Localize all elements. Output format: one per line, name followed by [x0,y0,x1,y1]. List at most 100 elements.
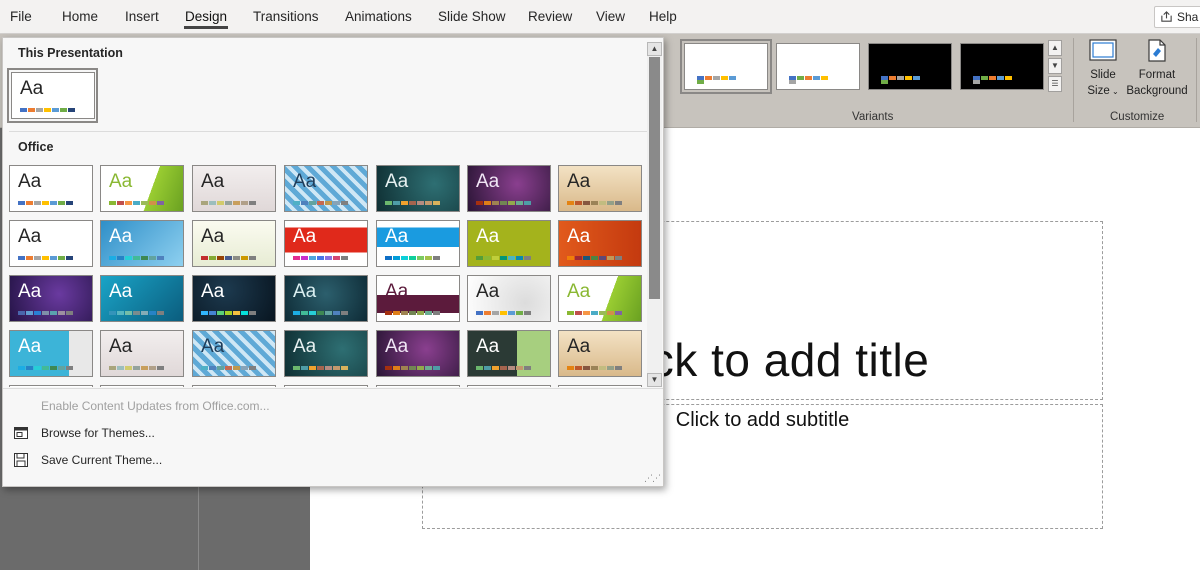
share-icon [1161,11,1172,22]
tab-animations[interactable]: Animations [345,0,412,34]
tab-help[interactable]: Help [649,0,677,34]
theme-thumbnail[interactable]: Aa [376,330,460,377]
theme-thumbnail[interactable]: Aa [467,220,551,267]
theme-thumbnail[interactable]: Aa [558,220,642,267]
theme-thumbnail[interactable]: Aa [467,275,551,322]
scroll-up-button[interactable]: ▲ [647,42,662,56]
theme-sample-text: Aa [567,171,591,192]
theme-color-swatches [567,311,623,315]
theme-sample-text: Aa [18,171,42,192]
theme-sample-text: Aa [476,336,500,357]
theme-thumbnail[interactable]: Aa [100,275,184,322]
theme-thumbnail[interactable]: Aa [9,330,93,377]
theme-thumbnail[interactable]: Aa [9,275,93,322]
theme-thumbnail[interactable]: Aa [467,385,551,387]
theme-thumbnail[interactable]: Aa [376,165,460,212]
theme-thumbnail[interactable]: Aa [9,220,93,267]
theme-color-swatches [567,366,623,370]
theme-thumbnail[interactable]: Aa [192,330,276,377]
theme-thumbnail[interactable]: Aa [376,385,460,387]
theme-thumbnail[interactable]: Aa [192,385,276,387]
tab-insert[interactable]: Insert [125,0,159,34]
theme-thumbnail[interactable]: Aa [100,385,184,387]
theme-thumbnail[interactable]: Aa [376,275,460,322]
theme-thumbnail[interactable]: Aa [284,385,368,387]
variant-thumbnail[interactable] [680,39,772,94]
tab-file[interactable]: File [10,0,32,34]
theme-thumbnail[interactable]: Aa [100,330,184,377]
theme-thumbnail[interactable]: Aa [467,165,551,212]
theme-color-swatches [385,201,441,205]
theme-thumbnail[interactable]: Aa [376,220,460,267]
theme-thumbnail[interactable]: Aa [192,275,276,322]
themes-scrollbar[interactable]: ▲ ▼ [647,42,662,387]
tab-view[interactable]: View [596,0,625,34]
theme-color-swatches [385,311,441,315]
theme-thumbnail[interactable]: Aa [558,275,642,322]
theme-color-swatches [109,256,165,260]
share-button[interactable]: Sha [1154,6,1200,28]
theme-color-swatches [476,256,532,260]
theme-color-swatches [201,366,257,370]
theme-color-swatches [201,201,257,205]
theme-thumbnail[interactable]: Aa [284,220,368,267]
resize-grip-icon[interactable]: ⋰⋰ [644,473,661,484]
current-theme-tile[interactable]: Aa [7,68,98,123]
theme-color-swatches [293,256,349,260]
ribbon-separator-2 [1196,38,1197,122]
variant-thumbnail[interactable] [960,43,1044,90]
theme-thumbnail[interactable]: Aa [467,330,551,377]
scrollbar-thumb[interactable] [649,57,660,299]
theme-thumbnail[interactable]: Aa [9,165,93,212]
variant-color-swatches [973,76,1017,84]
slide-size-button[interactable]: Slide Size ⌄ [1082,38,1124,100]
tab-slide-show[interactable]: Slide Show [438,0,506,34]
footer-divider [3,388,663,389]
slide-size-icon [1089,39,1117,61]
slide-size-label: Slide [1090,69,1116,81]
theme-thumbnail[interactable]: Aa [558,330,642,377]
menu-bar: File Home Insert Design Transitions Anim… [0,0,1200,34]
variants-more-button[interactable]: ☰ [1048,76,1062,92]
format-background-button[interactable]: Format Background [1123,38,1191,99]
theme-sample-text: Aa [476,281,500,302]
theme-thumbnail[interactable]: Aa [558,165,642,212]
theme-color-swatches [293,366,349,370]
theme-thumbnail[interactable]: Aa [284,275,368,322]
chevron-down-icon: ⌄ [1109,87,1119,96]
theme-sample-text: Aa [109,336,133,357]
theme-color-swatches [18,366,74,370]
theme-thumbnail[interactable]: Aa [100,165,184,212]
theme-sample-text: Aa [18,336,42,357]
theme-thumbnail[interactable]: Aa [284,330,368,377]
tab-transitions[interactable]: Transitions [253,0,319,34]
variant-thumbnail[interactable] [868,43,952,90]
theme-thumbnail[interactable]: Aa [192,220,276,267]
slide-size-label-2: Size [1087,85,1110,97]
theme-sample-text: Aa [476,226,500,247]
theme-thumbnail[interactable]: Aa [284,165,368,212]
theme-thumbnail[interactable]: Aa [192,165,276,212]
section-divider [9,131,647,132]
variants-scroll-up-button[interactable]: ▲ [1048,40,1062,56]
theme-color-swatches [201,256,257,260]
theme-color-swatches [385,366,441,370]
tab-design[interactable]: Design [183,0,229,34]
theme-thumbnail[interactable]: Aa [100,220,184,267]
theme-thumbnail[interactable]: Aa [9,385,93,387]
browse-themes-icon [14,427,28,439]
format-background-icon [1148,39,1166,62]
current-theme-thumbnail[interactable]: Aa [11,72,95,119]
theme-thumbnail[interactable]: Aa [558,385,642,387]
variant-color-swatches [697,76,741,84]
tab-review[interactable]: Review [528,0,572,34]
tab-home[interactable]: Home [62,0,98,34]
theme-color-swatches [20,108,76,112]
variant-thumbnail[interactable] [776,43,860,90]
variants-scroll-down-button[interactable]: ▼ [1048,58,1062,74]
themes-gallery: This Presentation Aa Office Aa Aa Aa Aa Aa Aa… [3,38,647,387]
theme-color-swatches [18,311,74,315]
scroll-down-button[interactable]: ▼ [647,373,662,387]
theme-color-swatches [567,201,623,205]
theme-color-swatches [18,256,74,260]
